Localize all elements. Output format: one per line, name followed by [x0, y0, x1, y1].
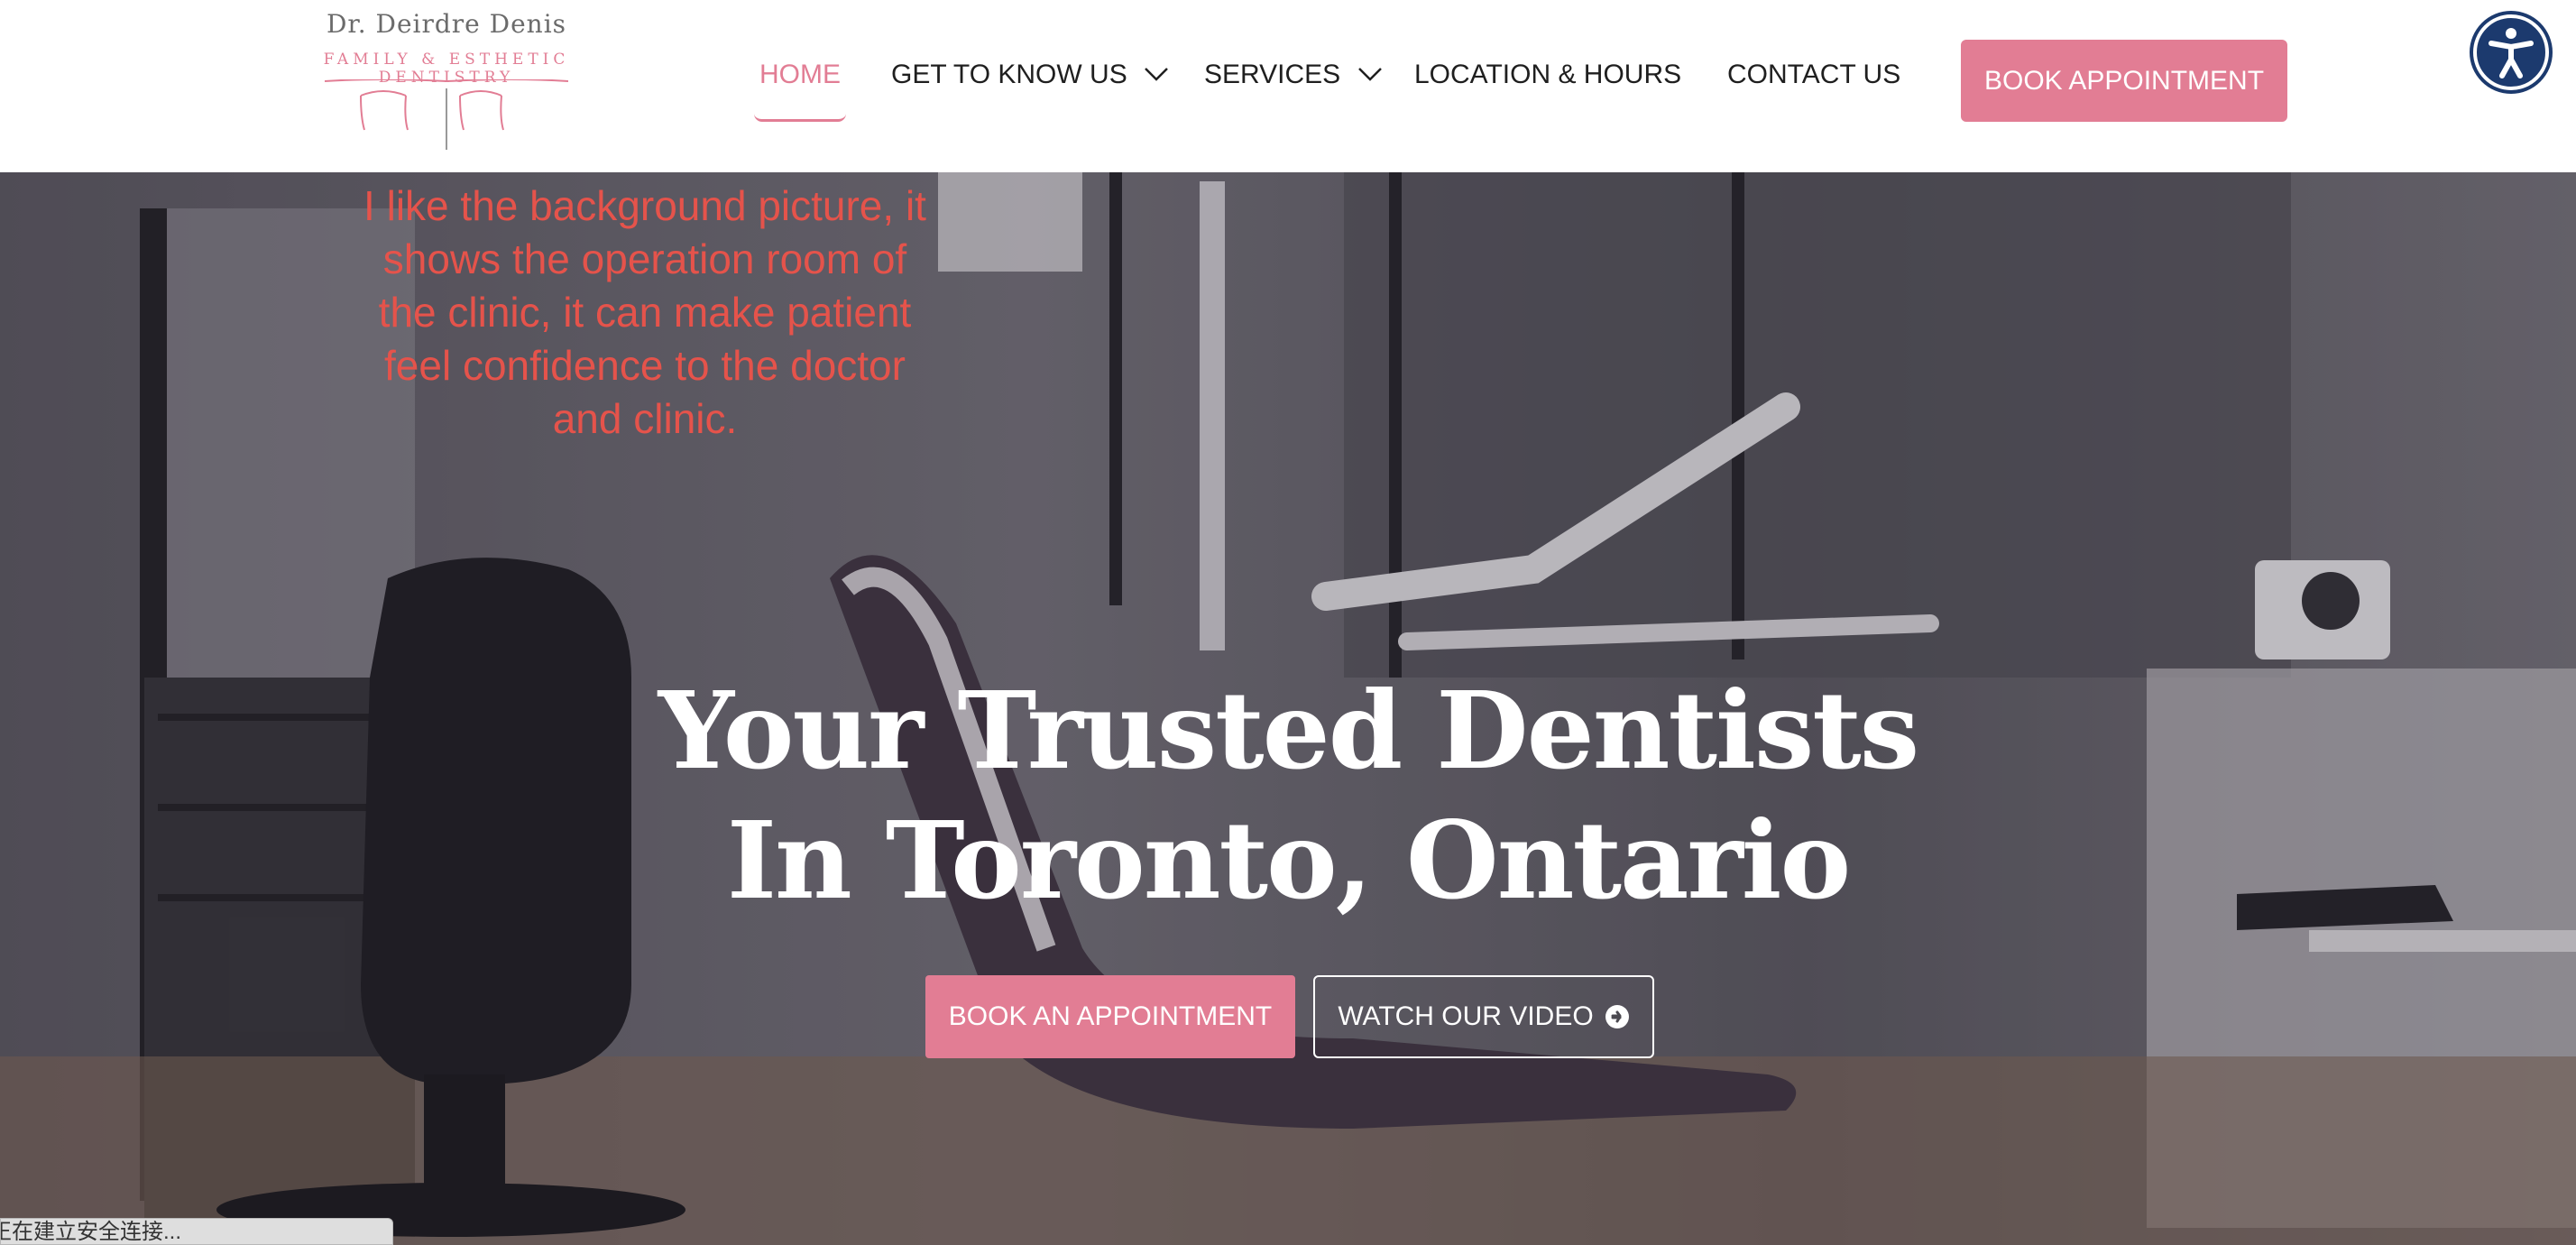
- nav-services-label: SERVICES: [1204, 60, 1341, 89]
- nav-home[interactable]: HOME: [759, 60, 841, 90]
- hero-title-line-1: Your Trusted Dentists: [658, 668, 1919, 793]
- play-circle-icon: [1605, 1005, 1629, 1028]
- hero-title-line-2: In Toronto, Ontario: [726, 798, 1851, 923]
- nav-contact-us[interactable]: CONTACT US: [1727, 60, 1900, 90]
- status-text: 正在建立安全连接...: [0, 1220, 182, 1244]
- watch-our-video-label: WATCH OUR VIDEO: [1338, 1001, 1594, 1031]
- logo[interactable]: Dr. Deirdre Denis FAMILY & ESTHETIC DENT…: [262, 9, 631, 150]
- hero-title: Your Trusted Dentists In Toronto, Ontari…: [566, 666, 2010, 926]
- nav-services[interactable]: SERVICES: [1204, 60, 1383, 90]
- chevron-down-icon: [1357, 68, 1382, 81]
- book-appointment-button[interactable]: BOOK APPOINTMENT: [1961, 40, 2287, 122]
- accessibility-icon: [2473, 14, 2549, 90]
- logo-name: Dr. Deirdre Denis: [326, 9, 567, 39]
- site-header: Dr. Deirdre Denis FAMILY & ESTHETIC DENT…: [0, 0, 2576, 172]
- accessibility-button[interactable]: [2470, 11, 2553, 94]
- watch-our-video-button[interactable]: WATCH OUR VIDEO: [1313, 975, 1654, 1058]
- book-an-appointment-button[interactable]: BOOK AN APPOINTMENT: [925, 975, 1295, 1058]
- nav-location-hours[interactable]: LOCATION & HOURS: [1414, 60, 1681, 90]
- nav-active-indicator: [754, 114, 846, 122]
- nav-get-to-know-us[interactable]: GET TO KNOW US: [891, 60, 1169, 90]
- chevron-down-icon: [1145, 68, 1168, 81]
- hero-section: I like the background picture, it shows …: [0, 172, 2576, 1245]
- tooth-logo-mark: [325, 79, 568, 150]
- nav-get-to-know-us-label: GET TO KNOW US: [891, 60, 1127, 89]
- browser-status-bar: 正在建立安全连接...: [0, 1218, 393, 1245]
- review-annotation-text: I like the background picture, it shows …: [363, 182, 926, 442]
